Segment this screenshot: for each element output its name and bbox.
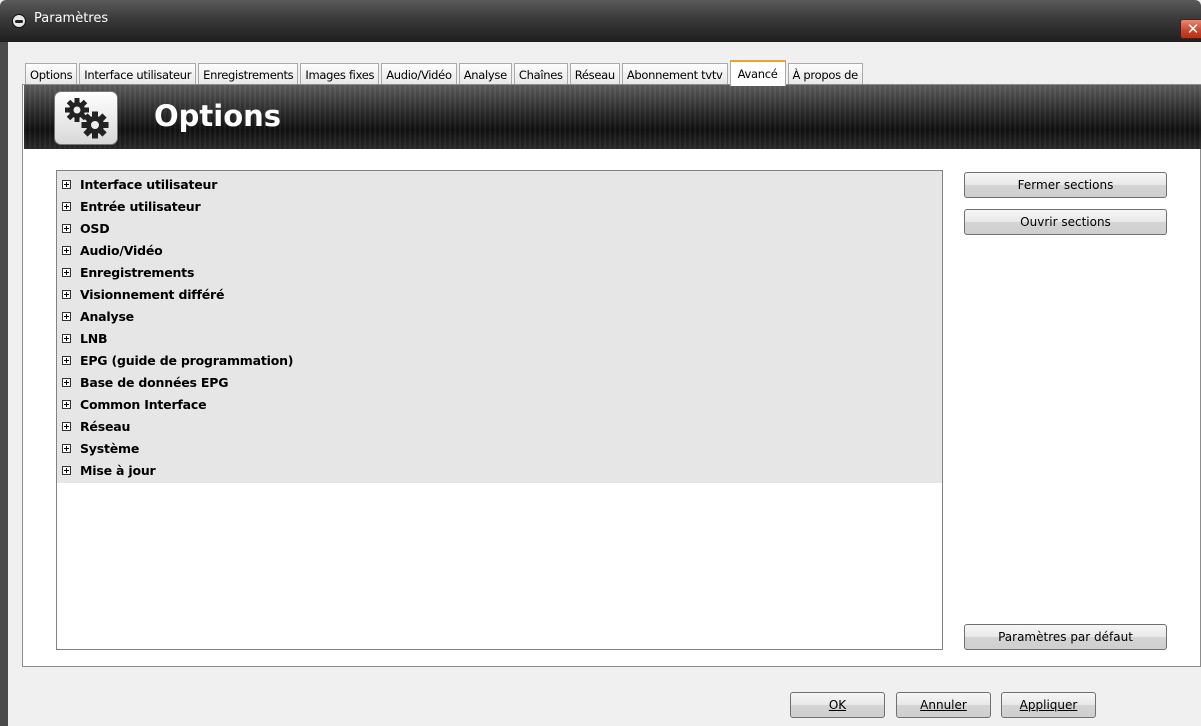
tree-item-label: Visionnement différé xyxy=(80,286,225,302)
tree-item-label: Audio/Vidéo xyxy=(80,242,163,258)
tree-item[interactable]: Interface utilisateur xyxy=(62,173,217,195)
tree-item[interactable]: Entrée utilisateur xyxy=(62,195,201,217)
expand-plus-icon[interactable] xyxy=(62,311,71,321)
tree-item-label: Mise à jour xyxy=(80,462,156,478)
expand-plus-icon[interactable] xyxy=(62,289,71,299)
tree-item[interactable]: Common Interface xyxy=(62,393,207,415)
tree-item[interactable]: Enregistrements xyxy=(62,261,194,283)
tree-item[interactable]: EPG (guide de programmation) xyxy=(62,349,294,371)
tab-images-fixes[interactable]: Images fixes xyxy=(300,63,380,85)
expand-plus-icon[interactable] xyxy=(62,201,71,211)
expand-plus-icon[interactable] xyxy=(62,267,71,277)
tree-item[interactable]: Analyse xyxy=(62,305,134,327)
tree-item-label: Réseau xyxy=(80,418,131,434)
apply-button[interactable]: Appliquer xyxy=(1001,692,1096,718)
section-banner: Options xyxy=(24,85,1201,149)
expand-plus-icon[interactable] xyxy=(62,443,71,453)
tab-chaines[interactable]: Chaînes xyxy=(513,63,568,85)
close-icon: ✕ xyxy=(1186,20,1200,38)
expand-plus-icon[interactable] xyxy=(62,355,71,365)
window-title: Paramètres xyxy=(34,11,109,26)
expand-plus-icon[interactable] xyxy=(62,377,71,387)
ok-button[interactable]: OK xyxy=(790,692,885,718)
tab-avance[interactable]: Avancé xyxy=(729,60,786,86)
tab-enregistrements[interactable]: Enregistrements xyxy=(198,63,299,85)
tree-item[interactable]: Mise à jour xyxy=(62,459,156,481)
tab-strip: Options Interface utilisateur Enregistre… xyxy=(25,60,865,86)
tab-audio-video[interactable]: Audio/Vidéo xyxy=(381,63,457,85)
tree-item-label: Système xyxy=(80,440,140,456)
tree-item-label: Entrée utilisateur xyxy=(80,198,201,214)
tree-item[interactable]: LNB xyxy=(62,327,108,349)
expand-plus-icon[interactable] xyxy=(62,223,71,233)
expand-plus-icon[interactable] xyxy=(62,399,71,409)
collapse-sections-button[interactable]: Fermer sections xyxy=(964,172,1167,198)
tree-item-label: Common Interface xyxy=(80,396,207,412)
tree-item[interactable]: Visionnement différé xyxy=(62,283,224,305)
tree-item-label: Base de données EPG xyxy=(80,374,229,390)
tab-abonnement-tvtv[interactable]: Abonnement tvtv xyxy=(621,63,728,85)
settings-tree[interactable]: Interface utilisateur Entrée utilisateur… xyxy=(56,170,943,650)
tab-a-propos[interactable]: À propos de xyxy=(787,63,863,85)
expand-plus-icon[interactable] xyxy=(62,421,71,431)
tree-item-label: Enregistrements xyxy=(80,264,195,280)
default-settings-button[interactable]: Paramètres par défaut xyxy=(964,624,1167,650)
banner-title: Options xyxy=(154,99,282,133)
tree-item-label: LNB xyxy=(80,330,108,346)
tree-item-label: OSD xyxy=(80,220,110,236)
title-bar[interactable]: Paramètres xyxy=(0,0,1201,42)
tab-analyse[interactable]: Analyse xyxy=(458,63,512,85)
expand-sections-button[interactable]: Ouvrir sections xyxy=(964,209,1167,235)
tab-interface-utilisateur[interactable]: Interface utilisateur xyxy=(79,63,197,85)
tree-item[interactable]: Réseau xyxy=(62,415,130,437)
app-icon xyxy=(12,14,26,28)
gears-icon xyxy=(54,91,118,145)
tab-reseau[interactable]: Réseau xyxy=(569,63,620,85)
tree-item-label: EPG (guide de programmation) xyxy=(80,352,294,368)
tree-item-label: Analyse xyxy=(80,308,134,324)
cancel-button[interactable]: Annuler xyxy=(896,692,991,718)
tree-item-label: Interface utilisateur xyxy=(80,176,218,192)
tree-item[interactable]: Base de données EPG xyxy=(62,371,228,393)
tree-item[interactable]: Audio/Vidéo xyxy=(62,239,163,261)
expand-plus-icon[interactable] xyxy=(62,465,71,475)
tree-item[interactable]: OSD xyxy=(62,217,110,239)
tab-options[interactable]: Options xyxy=(25,63,78,85)
expand-plus-icon[interactable] xyxy=(62,245,71,255)
expand-plus-icon[interactable] xyxy=(62,333,71,343)
expand-plus-icon[interactable] xyxy=(62,179,71,189)
tree-rows-background xyxy=(57,171,942,483)
close-button[interactable]: ✕ xyxy=(1180,19,1201,39)
tree-item[interactable]: Système xyxy=(62,437,139,459)
